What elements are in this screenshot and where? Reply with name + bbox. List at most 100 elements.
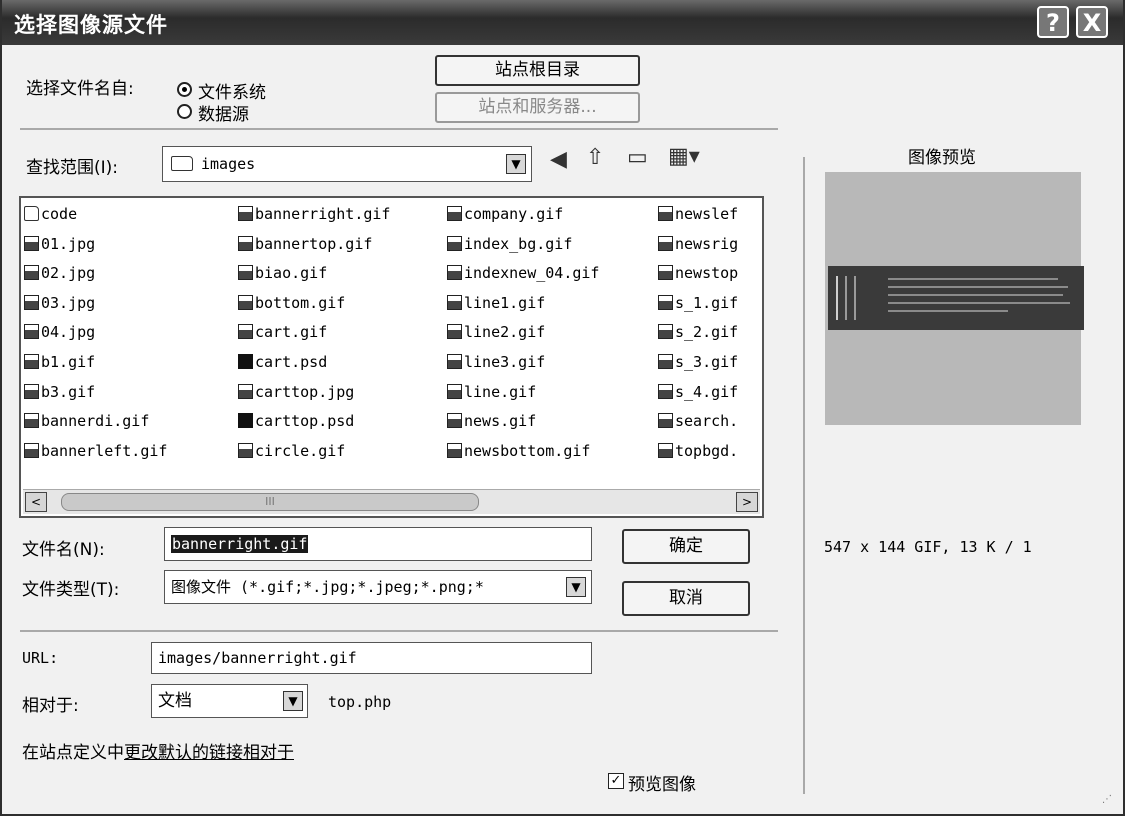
image-file-icon [24, 442, 39, 458]
up-folder-icon[interactable]: ⇧ [586, 145, 604, 170]
sites-servers-button[interactable]: 站点和服务器... [435, 92, 640, 123]
filename-input[interactable]: bannerright.gif [164, 527, 592, 561]
file-item[interactable]: s_4.gif [658, 378, 738, 407]
folder-icon [171, 156, 193, 171]
relative-chevron-icon[interactable]: ▼ [283, 691, 303, 711]
file-item[interactable]: search. [658, 407, 738, 436]
help-button[interactable]: ? [1037, 6, 1069, 38]
file-name: b1.gif [41, 353, 96, 371]
scroll-left-button[interactable]: < [25, 492, 47, 512]
file-item[interactable]: bannerdi.gif [24, 407, 149, 436]
image-file-icon [238, 265, 253, 281]
file-item[interactable]: bannerleft.gif [24, 437, 167, 466]
file-item[interactable]: bottom.gif [238, 289, 345, 318]
file-item[interactable]: s_1.gif [658, 289, 738, 318]
file-item[interactable]: news.gif [447, 407, 536, 436]
image-file-icon [24, 383, 39, 399]
image-file-icon [447, 354, 462, 369]
image-file-icon [658, 206, 673, 221]
file-item[interactable]: company.gif [447, 200, 563, 229]
file-item[interactable]: b3.gif [24, 378, 95, 407]
image-file-icon [447, 383, 462, 399]
file-item[interactable]: index_bg.gif [447, 230, 572, 259]
file-name: index_bg.gif [464, 234, 573, 253]
image-file-icon [238, 294, 253, 310]
file-item[interactable]: topbgd. [658, 437, 738, 466]
file-item[interactable]: s_3.gif [658, 348, 738, 377]
resize-grip-icon[interactable]: ⋰ [1102, 794, 1116, 808]
file-item[interactable]: biao.gif [238, 259, 327, 288]
file-item[interactable]: line.gif [447, 378, 536, 407]
image-file-icon [658, 265, 673, 281]
url-value: images/bannerright.gif [158, 649, 357, 667]
image-file-icon [658, 324, 673, 340]
dialog-title: 选择图像源文件 [14, 13, 168, 37]
file-item[interactable]: indexnew_04.gif [447, 259, 599, 288]
image-file-icon [24, 354, 39, 369]
file-item[interactable]: line1.gif [447, 289, 545, 318]
file-name: search. [675, 412, 739, 431]
file-name: b3.gif [41, 382, 96, 401]
file-item[interactable]: bannerright.gif [238, 200, 390, 229]
file-item[interactable]: bannertop.gif [238, 230, 372, 259]
image-file-icon [238, 324, 253, 340]
image-file-icon [24, 324, 39, 340]
file-item[interactable]: 03.jpg [24, 289, 95, 318]
image-file-icon [658, 442, 673, 458]
ok-button[interactable]: 确定 [622, 529, 750, 564]
file-item[interactable]: 01.jpg [24, 230, 95, 259]
file-item[interactable]: cart.gif [238, 318, 327, 347]
file-item[interactable]: cart.psd [238, 348, 327, 377]
file-name: bannertop.gif [255, 234, 373, 253]
source-label: 选择文件名自: [26, 79, 134, 99]
scroll-thumb[interactable]: III [61, 493, 479, 511]
preview-checkbox[interactable]: ✓ [608, 773, 624, 789]
cancel-button[interactable]: 取消 [622, 581, 750, 616]
file-item[interactable]: newsrig [658, 230, 738, 259]
scroll-right-button[interactable]: > [736, 492, 758, 512]
file-item[interactable]: circle.gif [238, 437, 345, 466]
new-folder-icon[interactable]: ▭ [627, 145, 648, 170]
lookin-dropdown[interactable]: images [162, 146, 532, 182]
file-item[interactable]: carttop.psd [238, 407, 354, 436]
file-item[interactable]: line3.gif [447, 348, 545, 377]
file-item[interactable]: code [24, 200, 77, 229]
psd-file-icon [238, 413, 253, 429]
url-input[interactable]: images/bannerright.gif [151, 642, 592, 674]
file-item[interactable]: 02.jpg [24, 259, 95, 288]
site-definition-link[interactable]: 更改默认的链接相对于 [124, 743, 294, 763]
filetype-chevron-icon[interactable]: ▼ [566, 577, 586, 597]
file-item[interactable]: carttop.jpg [238, 378, 354, 407]
image-file-icon [658, 354, 673, 369]
radio-datasource[interactable] [177, 104, 192, 119]
image-file-icon [238, 206, 253, 221]
file-item[interactable]: 04.jpg [24, 318, 95, 347]
file-name: cart.psd [255, 353, 328, 371]
psd-file-icon [238, 354, 253, 369]
file-name: biao.gif [255, 264, 328, 283]
file-item[interactable]: newslef [658, 200, 738, 229]
close-button[interactable]: X [1076, 6, 1108, 38]
file-item[interactable]: b1.gif [24, 348, 95, 377]
title-bar[interactable]: 选择图像源文件 ? X [2, 0, 1123, 45]
image-file-icon [447, 206, 462, 221]
filetype-dropdown[interactable]: 图像文件 (*.gif;*.jpg;*.jpeg;*.png;* [164, 570, 592, 604]
chevron-down-icon[interactable]: ▼ [506, 154, 526, 174]
file-list[interactable]: code 01.jpg 02.jpg 03.jpg 04.jpg b1.gif b3.gif… [19, 196, 764, 518]
file-item[interactable]: newsbottom.gif [447, 437, 590, 466]
file-item[interactable]: s_2.gif [658, 318, 738, 347]
file-item[interactable]: newstop [658, 259, 738, 288]
site-root-button[interactable]: 站点根目录 [435, 55, 640, 86]
image-file-icon [658, 413, 673, 429]
image-file-icon [447, 324, 462, 340]
horizontal-scrollbar[interactable]: < III > [23, 489, 760, 514]
preview-title: 图像预览 [908, 148, 976, 168]
radio-filesystem[interactable] [177, 82, 192, 97]
view-menu-icon[interactable]: ▦▾ [668, 144, 700, 169]
image-file-icon [447, 294, 462, 310]
file-item[interactable]: line2.gif [447, 318, 545, 347]
radio-datasource-label: 数据源 [198, 105, 249, 125]
file-name: line2.gif [464, 323, 546, 342]
file-name: newsbottom.gif [464, 441, 591, 460]
back-icon[interactable]: ◀ [550, 147, 567, 172]
